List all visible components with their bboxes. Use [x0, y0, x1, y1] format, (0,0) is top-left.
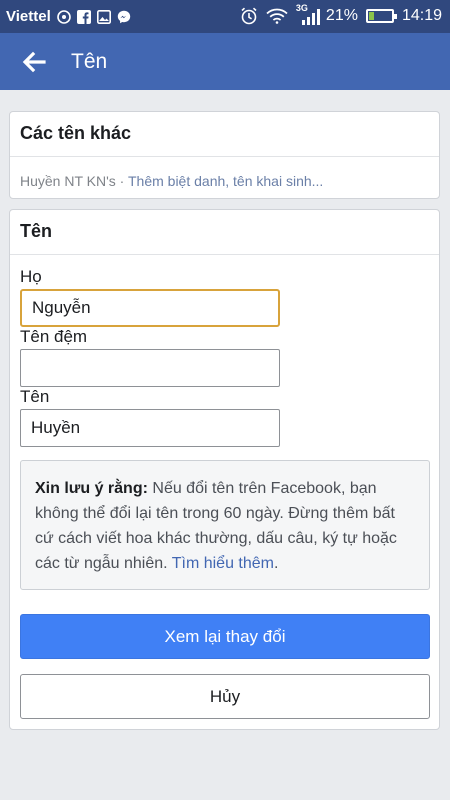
battery-percent: 21% — [325, 7, 358, 24]
battery-icon — [365, 9, 397, 23]
status-bar: Viettel 3G 21% 14:19 — [0, 0, 450, 33]
add-other-name-link[interactable]: Thêm biệt danh, tên khai sinh... — [128, 173, 323, 189]
current-other-name: Huyền NT KN's — [20, 173, 116, 189]
name-change-notice: Xin lưu ý rằng: Nếu đổi tên trên Faceboo… — [20, 460, 430, 590]
other-names-card: Các tên khác Huyền NT KN's · Thêm biệt d… — [9, 111, 440, 199]
separator-dot: · — [115, 173, 128, 189]
middle-name-input[interactable] — [20, 349, 280, 387]
facebook-icon — [76, 9, 91, 24]
carrier-name: Viettel — [6, 8, 51, 25]
review-changes-button[interactable]: Xem lại thay đổi — [20, 614, 430, 659]
learn-more-link[interactable]: Tìm hiểu thêm — [172, 555, 274, 572]
notice-title: Xin lưu ý rằng: — [35, 480, 148, 497]
signal-icon — [301, 9, 320, 25]
clock: 14:19 — [401, 7, 442, 24]
middle-name-label: Tên đệm — [20, 327, 88, 346]
first-name-label: Tên — [20, 387, 50, 406]
last-name-label: Họ — [20, 267, 42, 286]
battery-fill — [368, 12, 374, 20]
app-bar: Tên — [0, 33, 450, 90]
page-title: Tên — [71, 50, 108, 73]
gallery-icon — [96, 9, 111, 24]
other-names-heading: Các tên khác — [10, 112, 439, 157]
signal-indicator: 3G — [296, 3, 320, 25]
name-form-heading: Tên — [10, 210, 439, 255]
arrow-left-icon[interactable] — [20, 48, 48, 76]
cancel-button[interactable]: Hủy — [20, 674, 430, 719]
messenger-icon — [117, 10, 130, 23]
messenger-bubble-icon — [56, 9, 71, 24]
name-form-card: Tên Họ Tên đệm Tên Xin lưu ý rằng: Nếu đ… — [9, 209, 440, 730]
wifi-icon — [266, 8, 288, 24]
notice-end: . — [274, 555, 279, 572]
status-right: 3G 21% 14:19 — [240, 3, 442, 25]
other-names-row: Huyền NT KN's · Thêm biệt danh, tên khai… — [10, 157, 439, 189]
last-name-input[interactable] — [20, 289, 280, 327]
first-name-input[interactable] — [20, 409, 280, 447]
status-left: Viettel — [6, 8, 131, 25]
alarm-icon — [241, 7, 257, 25]
